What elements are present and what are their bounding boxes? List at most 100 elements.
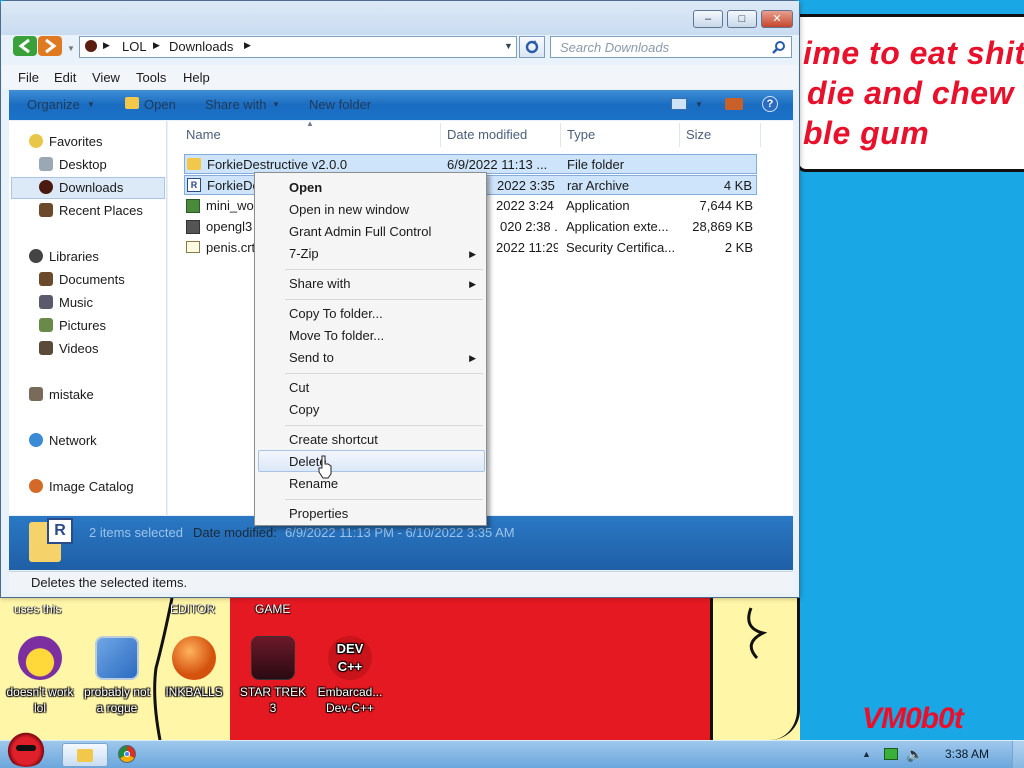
nav-image-catalog[interactable]: Image Catalog xyxy=(49,479,134,494)
new-folder-button[interactable]: New folder xyxy=(309,97,371,112)
volume-icon[interactable]: 🔈 xyxy=(906,746,923,763)
change-view-icon[interactable] xyxy=(671,98,687,110)
desktop-icon-inkballs[interactable]: INKBALLS xyxy=(156,636,232,700)
nav-videos[interactable]: Videos xyxy=(59,341,99,356)
column-name[interactable]: Name xyxy=(186,127,221,142)
ctx-share-with[interactable]: Share with xyxy=(289,276,350,291)
dll-file-icon xyxy=(186,220,200,234)
ctx-grant-admin[interactable]: Grant Admin Full Control xyxy=(289,224,431,239)
ctx-create-shortcut[interactable]: Create shortcut xyxy=(289,432,378,447)
ctx-copy-to-folder[interactable]: Copy To folder... xyxy=(289,306,383,321)
file-name: ForkieDestructive v2.0.0 xyxy=(207,157,348,172)
address-dropdown-icon[interactable]: ▼ xyxy=(504,41,513,51)
chrome-center xyxy=(124,751,130,757)
nav-pictures[interactable]: Pictures xyxy=(59,318,106,333)
ctx-move-to-folder[interactable]: Move To folder... xyxy=(289,328,384,343)
column-separator[interactable] xyxy=(560,123,561,147)
ctx-separator xyxy=(285,425,483,426)
breadcrumb-arrow-icon: ▶ xyxy=(103,40,110,50)
recent-pages-dropdown-icon[interactable]: ▼ xyxy=(67,44,75,53)
back-button[interactable] xyxy=(13,36,37,56)
rar-thumbnail-icon: R xyxy=(47,518,73,544)
search-icon[interactable] xyxy=(771,40,787,56)
refresh-icon xyxy=(525,40,539,54)
chrome-icon[interactable] xyxy=(118,745,136,763)
share-with-button[interactable]: Share with xyxy=(205,97,266,112)
minimize-button[interactable]: – xyxy=(693,10,723,28)
close-button[interactable]: ✕ xyxy=(761,10,793,28)
nav-favorites[interactable]: Favorites xyxy=(49,134,102,149)
ctx-open-new-window[interactable]: Open in new window xyxy=(289,202,409,217)
documents-icon xyxy=(39,272,53,286)
settings-gears-icon xyxy=(95,636,139,680)
ctx-separator xyxy=(285,499,483,500)
view-dropdown-icon[interactable]: ▼ xyxy=(695,100,703,109)
pictures-icon xyxy=(39,318,53,332)
title-bar[interactable] xyxy=(1,1,799,35)
wallpaper-label-editor: EDITOR xyxy=(170,602,216,616)
nav-downloads[interactable]: Downloads xyxy=(59,180,123,195)
start-button[interactable] xyxy=(4,731,48,767)
column-type[interactable]: Type xyxy=(567,127,595,142)
file-type: Application exte... xyxy=(566,219,669,234)
network-tray-icon[interactable] xyxy=(884,748,898,760)
file-row-folder[interactable]: ForkieDestructive v2.0.0 6/9/2022 11:13 … xyxy=(184,154,757,174)
nav-recent-places[interactable]: Recent Places xyxy=(59,203,143,218)
desktop-icon-startrek[interactable]: STAR TREK 3 xyxy=(235,636,311,716)
clock[interactable]: 3:38 AM xyxy=(945,747,989,761)
tray-expand-icon[interactable]: ▲ xyxy=(862,749,871,759)
ctx-separator xyxy=(285,299,483,300)
nav-documents[interactable]: Documents xyxy=(59,272,125,287)
ctx-copy[interactable]: Copy xyxy=(289,402,319,417)
forward-button[interactable] xyxy=(38,36,62,56)
file-date: 2022 3:35 ... xyxy=(497,178,559,193)
nav-mistake[interactable]: mistake xyxy=(49,387,94,402)
ctx-open[interactable]: Open xyxy=(289,180,322,195)
help-icon[interactable]: ? xyxy=(762,96,778,112)
open-button[interactable]: Open xyxy=(144,97,176,112)
homegroup-icon xyxy=(29,387,43,401)
menu-view[interactable]: View xyxy=(92,70,120,85)
nav-network[interactable]: Network xyxy=(49,433,97,448)
breadcrumb-downloads[interactable]: Downloads xyxy=(169,39,233,54)
desktop-icon-label: STAR TREK 3 xyxy=(239,685,307,715)
search-input[interactable]: Search Downloads xyxy=(550,36,792,58)
menu-help[interactable]: Help xyxy=(183,70,210,85)
show-desktop-button[interactable] xyxy=(1012,741,1024,768)
menu-file[interactable]: File xyxy=(18,70,39,85)
organize-button[interactable]: Organize xyxy=(27,97,80,112)
desktop-icon-settings[interactable]: probably not a rogue xyxy=(79,636,155,716)
column-separator[interactable] xyxy=(679,123,680,147)
maximize-button[interactable]: □ xyxy=(727,10,757,28)
desktop-icon-label: INKBALLS xyxy=(165,685,223,699)
column-date-modified[interactable]: Date modified xyxy=(447,127,527,142)
ctx-7zip[interactable]: 7-Zip xyxy=(289,246,319,261)
ctx-properties[interactable]: Properties xyxy=(289,506,348,521)
column-separator[interactable] xyxy=(760,123,761,147)
nav-libraries[interactable]: Libraries xyxy=(49,249,99,264)
taskbar-explorer-button[interactable] xyxy=(62,743,108,767)
ctx-cut[interactable]: Cut xyxy=(289,380,309,395)
breadcrumb-lol[interactable]: LOL xyxy=(122,39,147,54)
sort-ascending-icon: ▲ xyxy=(306,119,314,128)
menu-edit[interactable]: Edit xyxy=(54,70,76,85)
file-name: mini_wor xyxy=(206,198,256,213)
desktop-icon-yahoo[interactable]: doesn't work lol xyxy=(2,636,78,716)
column-size[interactable]: Size xyxy=(686,127,711,142)
yahoo-messenger-icon xyxy=(18,636,62,680)
column-separator[interactable] xyxy=(440,123,441,147)
wallpaper-signature: VM0b0t xyxy=(862,702,964,735)
ctx-send-to[interactable]: Send to xyxy=(289,350,334,365)
menu-tools[interactable]: Tools xyxy=(136,70,166,85)
desktop-icon-devcpp[interactable]: DEV C++ Embarcad... Dev-C++ xyxy=(312,636,388,716)
recent-places-icon xyxy=(39,203,53,217)
nav-desktop[interactable]: Desktop xyxy=(59,157,107,172)
nav-music[interactable]: Music xyxy=(59,295,93,310)
address-bar[interactable]: ▶ LOL ▶ Downloads ▶ ▼ xyxy=(79,36,517,58)
preview-pane-icon[interactable] xyxy=(725,98,743,110)
file-date: 6/9/2022 11:13 ... xyxy=(447,157,548,172)
share-dropdown-icon: ▼ xyxy=(272,100,280,109)
refresh-button[interactable] xyxy=(519,36,545,58)
file-size: 2 KB xyxy=(724,240,753,255)
star-wars-icon xyxy=(251,636,295,680)
